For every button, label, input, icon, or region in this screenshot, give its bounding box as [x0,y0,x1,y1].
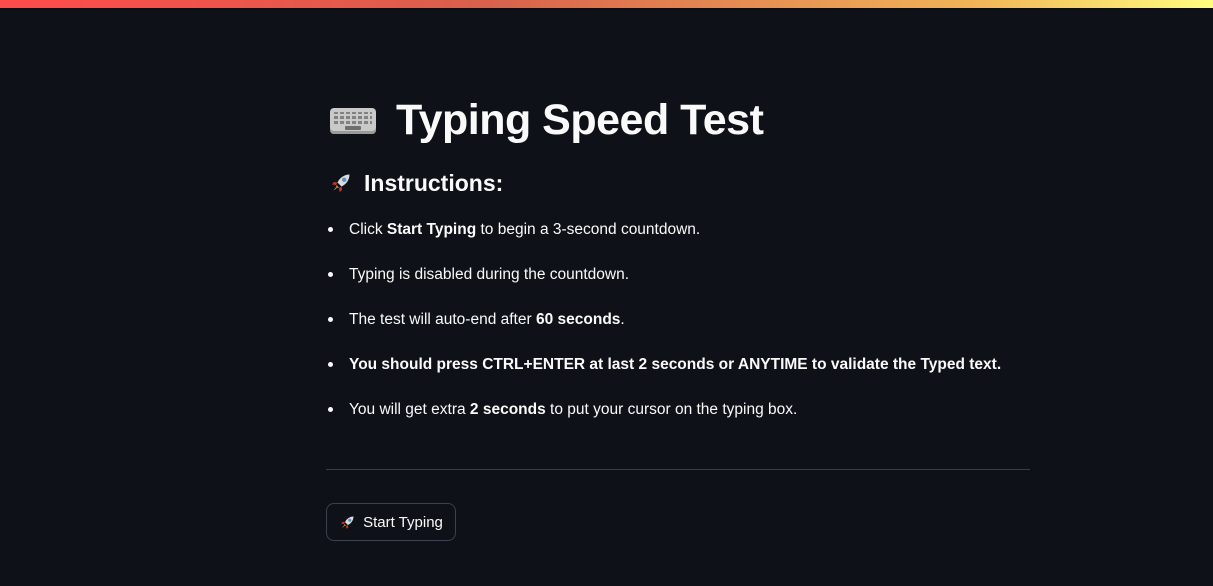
list-item: You should press CTRL+ENTER at last 2 se… [326,351,1001,396]
title-row: Typing Speed Test [330,92,764,148]
list-item: You will get extra 2 seconds to put your… [326,396,1001,441]
instructions-heading: Instructions: [364,169,504,196]
rocket-icon [332,174,350,192]
instructions-list: Click Start Typing to begin a 3-second c… [326,216,1001,441]
top-bar-shadow [0,8,1213,10]
list-item: The test will auto-end after 60 seconds. [326,306,1001,351]
list-item: Click Start Typing to begin a 3-second c… [326,216,1001,261]
page-title: Typing Speed Test [396,96,764,144]
start-typing-button[interactable]: Start Typing [326,503,456,541]
rocket-icon [341,515,354,529]
top-decoration-bar [0,0,1213,8]
start-typing-label: Start Typing [363,513,443,531]
divider [326,469,1030,470]
list-item: Typing is disabled during the countdown. [326,261,1001,306]
keyboard-icon [330,104,376,136]
instructions-heading-row: Instructions: [329,168,503,198]
